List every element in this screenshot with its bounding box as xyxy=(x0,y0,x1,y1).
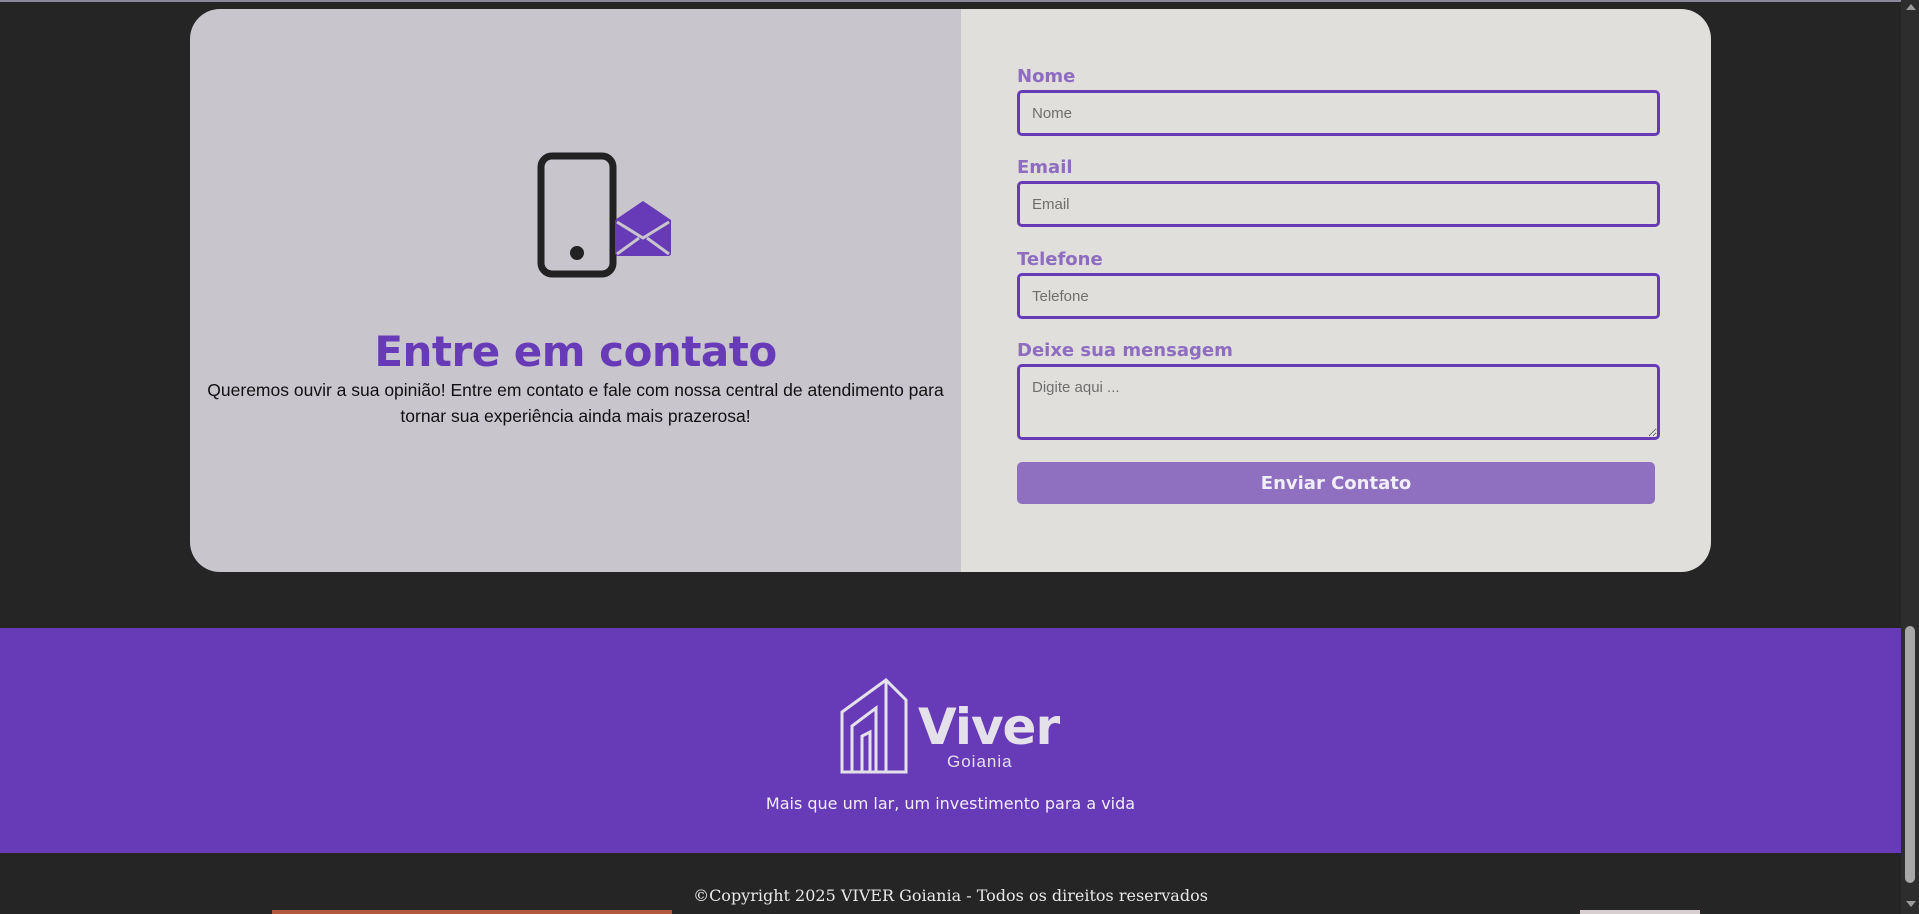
phone-input[interactable] xyxy=(1017,273,1660,319)
brand-subtitle: Goiania xyxy=(947,752,1013,771)
bottom-image-strip xyxy=(0,910,1901,914)
contact-form: Nome Email Telefone Deixe sua mensagem E… xyxy=(961,9,1711,572)
envelope-open-icon xyxy=(615,201,671,256)
scroll-down-arrow-icon[interactable] xyxy=(1906,901,1916,907)
footer-tagline: Mais que um lar, um investimento para a … xyxy=(765,794,1136,813)
name-input[interactable] xyxy=(1017,90,1660,136)
contact-card: Entre em contato Queremos ouvir a sua op… xyxy=(190,9,1711,572)
scroll-thumb[interactable] xyxy=(1905,626,1915,883)
message-textarea[interactable] xyxy=(1017,364,1660,440)
phone-icon xyxy=(537,152,617,278)
email-label: Email xyxy=(1017,157,1073,178)
contact-title: Entre em contato xyxy=(374,327,777,376)
name-label: Nome xyxy=(1017,66,1076,87)
copyright-text: ©Copyright 2025 VIVER Goiania - Todos os… xyxy=(693,886,1208,905)
email-input[interactable] xyxy=(1017,181,1660,227)
submit-contact-button[interactable]: Enviar Contato xyxy=(1017,462,1655,504)
phone-label: Telefone xyxy=(1017,249,1103,270)
contact-description: Queremos ouvir a sua opinião! Entre em c… xyxy=(207,380,944,426)
contact-info-panel: Entre em contato Queremos ouvir a sua op… xyxy=(190,9,961,572)
contact-illustration xyxy=(537,152,671,278)
message-label: Deixe sua mensagem xyxy=(1017,340,1233,361)
window-top-edge xyxy=(0,0,1919,2)
brand-name: Viver xyxy=(918,698,1060,756)
scroll-up-arrow-icon[interactable] xyxy=(1906,4,1916,10)
site-footer: Viver Goiania Mais que um lar, um invest… xyxy=(0,628,1901,853)
page-scrollbar[interactable] xyxy=(1901,0,1919,914)
